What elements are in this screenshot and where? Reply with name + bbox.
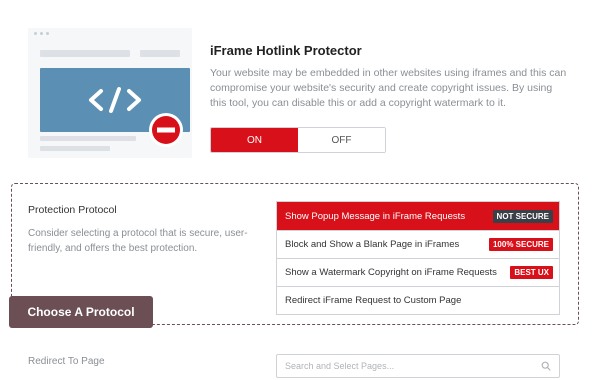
status-badge: NOT SECURE: [492, 209, 553, 223]
page-description: Your website may be embedded in other we…: [210, 67, 567, 109]
no-entry-icon: [149, 113, 183, 147]
toggle-off-button[interactable]: OFF: [298, 128, 385, 152]
placeholder-bar: [140, 50, 180, 57]
window-dots: [34, 32, 49, 35]
on-off-toggle[interactable]: ON OFF: [210, 127, 386, 153]
protocol-option-popup[interactable]: Show Popup Message in iFrame Requests NO…: [277, 202, 559, 230]
toggle-on-button[interactable]: ON: [211, 128, 298, 152]
protocol-options: Show Popup Message in iFrame Requests NO…: [276, 201, 560, 315]
protocol-option-blank-page[interactable]: Block and Show a Blank Page in iFrames 1…: [277, 230, 559, 258]
placeholder-bar: [40, 136, 136, 141]
page-title: iFrame Hotlink Protector: [210, 43, 362, 58]
protocol-option-watermark[interactable]: Show a Watermark Copyright on iFrame Req…: [277, 258, 559, 286]
choose-protocol-callout: Choose A Protocol: [9, 296, 153, 328]
search-input[interactable]: [285, 361, 541, 371]
hotlink-illustration: [28, 28, 192, 158]
redirect-to-page-label: Redirect To Page: [28, 356, 105, 367]
protocol-option-label: Show a Watermark Copyright on iFrame Req…: [285, 267, 497, 278]
status-badge: 100% SECURE: [488, 238, 553, 251]
protocol-option-label: Redirect iFrame Request to Custom Page: [285, 295, 462, 306]
code-icon: [89, 87, 141, 113]
protection-protocol-description: Consider selecting a protocol that is se…: [28, 228, 248, 254]
status-badge: BEST UX: [510, 266, 553, 279]
search-icon[interactable]: [541, 361, 551, 371]
placeholder-bar: [40, 146, 110, 151]
protocol-option-redirect[interactable]: Redirect iFrame Request to Custom Page: [277, 286, 559, 314]
protocol-option-label: Show Popup Message in iFrame Requests: [285, 210, 466, 222]
protocol-option-label: Block and Show a Blank Page in iFrames: [285, 239, 460, 250]
protection-protocol-title: Protection Protocol: [28, 204, 117, 216]
placeholder-bar: [40, 50, 130, 57]
redirect-page-search: [276, 354, 560, 378]
